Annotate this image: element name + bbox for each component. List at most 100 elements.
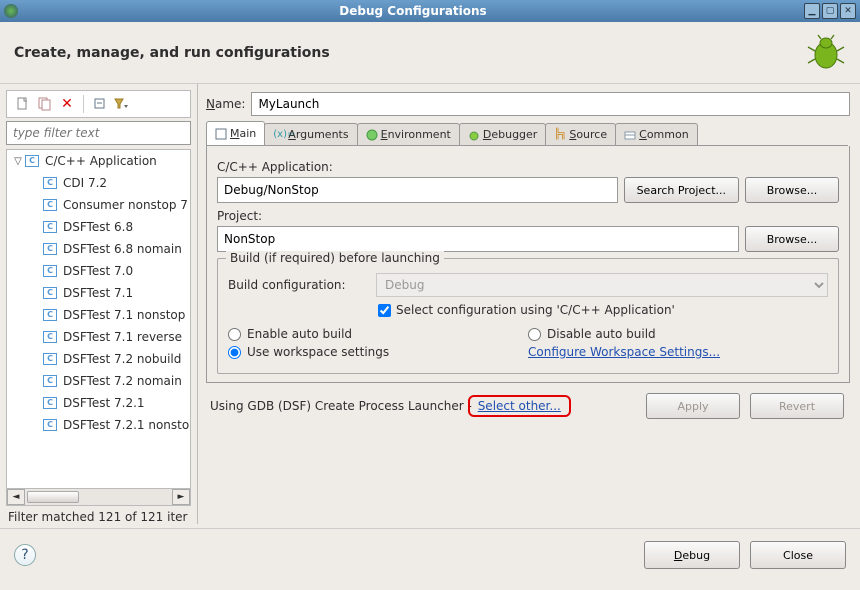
filter-menu-icon[interactable] bbox=[114, 96, 130, 112]
filter-input[interactable] bbox=[6, 121, 191, 145]
tab-source[interactable]: ╠╗Source bbox=[545, 123, 616, 145]
tree-item-label: DSFTest 6.8 bbox=[61, 220, 133, 234]
toolbar-separator bbox=[83, 95, 84, 113]
tree-item[interactable]: CDSFTest 7.2 nomain bbox=[7, 370, 190, 392]
close-window-button[interactable]: ✕ bbox=[840, 3, 856, 19]
c-app-icon: C bbox=[43, 243, 57, 255]
tree-item[interactable]: CDSFTest 7.2 nobuild bbox=[7, 348, 190, 370]
auto-build-row-1: Enable auto build Disable auto build bbox=[228, 327, 828, 341]
project-input[interactable] bbox=[217, 226, 739, 252]
tree-item[interactable]: CDSFTest 7.1 nonstop bbox=[7, 304, 190, 326]
app-label: C/C++ Application: bbox=[217, 160, 839, 174]
select-config-checkbox[interactable] bbox=[378, 304, 391, 317]
browse-project-button[interactable]: Browse... bbox=[745, 226, 839, 252]
main-tab-icon bbox=[215, 128, 227, 140]
left-toolbar: ✕ bbox=[6, 90, 191, 118]
main-content: ✕ ▽ C C/C++ Application C CDI 7.2 C Consume… bbox=[0, 84, 860, 524]
debugger-tab-icon bbox=[468, 129, 480, 141]
eclipse-icon bbox=[4, 4, 18, 18]
app-input[interactable] bbox=[217, 177, 618, 203]
select-config-label: Select configuration using 'C/C++ Applic… bbox=[396, 303, 675, 317]
help-icon[interactable]: ? bbox=[14, 544, 36, 566]
scroll-thumb[interactable] bbox=[27, 491, 79, 503]
tree-item[interactable]: C DSFTest 6.8 bbox=[7, 216, 190, 238]
c-app-icon: C bbox=[43, 199, 57, 211]
source-tab-icon: ╠╗ bbox=[554, 129, 566, 141]
c-app-icon: C bbox=[43, 177, 57, 189]
disable-auto-radio[interactable] bbox=[528, 328, 541, 341]
duplicate-config-icon[interactable] bbox=[37, 96, 53, 112]
maximize-button[interactable]: ▢ bbox=[822, 3, 838, 19]
name-input[interactable] bbox=[251, 92, 850, 116]
dialog-header: Create, manage, and run configurations bbox=[0, 22, 860, 84]
tree-item-label: DSFTest 7.0 bbox=[61, 264, 133, 278]
search-project-button[interactable]: Search Project... bbox=[624, 177, 739, 203]
tree-item[interactable]: C Consumer nonstop 7 bbox=[7, 194, 190, 216]
browse-app-button[interactable]: Browse... bbox=[745, 177, 839, 203]
auto-build-row-2: Use workspace settings Configure Workspa… bbox=[228, 345, 828, 359]
tab-strip: Main (x)=Arguments Environment Debugger … bbox=[206, 122, 848, 146]
tree-item[interactable]: C DSFTest 7.1 bbox=[7, 282, 190, 304]
tree-item-label: CDI 7.2 bbox=[61, 176, 107, 190]
filter-field[interactable] bbox=[6, 121, 191, 145]
close-button[interactable]: Close bbox=[750, 541, 846, 569]
c-app-icon: C bbox=[43, 397, 57, 409]
tree-root[interactable]: ▽ C C/C++ Application bbox=[7, 150, 190, 172]
expander-icon[interactable]: ▽ bbox=[11, 156, 25, 167]
enable-auto-label: Enable auto build bbox=[247, 327, 352, 341]
select-other-link[interactable]: Select other... bbox=[478, 399, 561, 413]
build-groupbox: Build (if required) before launching Bui… bbox=[217, 258, 839, 374]
c-app-icon: C bbox=[43, 221, 57, 233]
select-config-row[interactable]: Select configuration using 'C/C++ Applic… bbox=[228, 303, 828, 317]
tree-item[interactable]: C CDI 7.2 bbox=[7, 172, 190, 194]
build-config-select: Debug bbox=[376, 273, 828, 297]
filter-status: Filter matched 121 of 121 iter bbox=[0, 506, 197, 524]
tree-item[interactable]: CDSFTest 7.0 bbox=[7, 260, 190, 282]
minimize-button[interactable]: ▁ bbox=[804, 3, 820, 19]
configure-workspace-link[interactable]: Configure Workspace Settings... bbox=[528, 345, 720, 359]
app-row: Search Project... Browse... bbox=[217, 177, 839, 203]
c-app-icon: C bbox=[43, 287, 57, 299]
args-tab-icon: (x)= bbox=[273, 129, 285, 141]
c-app-icon: C bbox=[25, 155, 39, 167]
build-config-label: Build configuration: bbox=[228, 278, 362, 292]
enable-auto-radio[interactable] bbox=[228, 328, 241, 341]
use-workspace-radio[interactable] bbox=[228, 346, 241, 359]
titlebar: Debug Configurations ▁ ▢ ✕ bbox=[0, 0, 860, 22]
debug-button[interactable]: Debug bbox=[644, 541, 740, 569]
tree-item[interactable]: CDSFTest 7.2.1 nonsto bbox=[7, 414, 190, 436]
launcher-row: Using GDB (DSF) Create Process Launcher … bbox=[206, 383, 850, 423]
scroll-left-icon[interactable]: ◄ bbox=[7, 489, 25, 505]
scroll-track[interactable] bbox=[25, 490, 172, 504]
config-tree[interactable]: ▽ C C/C++ Application C CDI 7.2 C Consumer … bbox=[6, 149, 191, 489]
c-app-icon: C bbox=[43, 309, 57, 321]
tree-item-label: DSFTest 7.2 nomain bbox=[61, 374, 182, 388]
project-label: Project: bbox=[217, 209, 839, 223]
collapse-all-icon[interactable] bbox=[92, 96, 108, 112]
tree-root-label: C/C++ Application bbox=[43, 154, 157, 168]
apply-button: Apply bbox=[646, 393, 740, 419]
project-row: Browse... bbox=[217, 226, 839, 252]
tab-arguments[interactable]: (x)=Arguments bbox=[264, 123, 357, 145]
tree-item[interactable]: CDSFTest 6.8 nomain bbox=[7, 238, 190, 260]
tree-item[interactable]: C DSFTest 7.2.1 bbox=[7, 392, 190, 414]
tab-environment[interactable]: Environment bbox=[357, 123, 460, 145]
tree-item-label: DSFTest 7.1 bbox=[61, 286, 133, 300]
right-panel: Name: Main (x)=Arguments Environment Deb… bbox=[198, 84, 860, 524]
tab-debugger[interactable]: Debugger bbox=[459, 123, 546, 145]
tab-common[interactable]: Common bbox=[615, 123, 698, 145]
name-label: Name: bbox=[206, 97, 251, 111]
scroll-right-icon[interactable]: ► bbox=[172, 489, 190, 505]
tab-main[interactable]: Main bbox=[206, 121, 265, 145]
launcher-text: Using GDB (DSF) Create Process Launcher … bbox=[210, 399, 571, 413]
tree-item-label: DSFTest 7.2.1 bbox=[61, 396, 145, 410]
new-config-icon[interactable] bbox=[15, 96, 31, 112]
tree-item-label: Consumer nonstop 7 bbox=[61, 198, 188, 212]
tree-item[interactable]: CDSFTest 7.1 reverse bbox=[7, 326, 190, 348]
tree-hscroll[interactable]: ◄ ► bbox=[6, 488, 191, 506]
delete-config-icon[interactable]: ✕ bbox=[59, 96, 75, 112]
tree-item-label: DSFTest 7.2 nobuild bbox=[61, 352, 181, 366]
dialog-footer: ? Debug Close bbox=[0, 528, 860, 581]
bug-icon bbox=[806, 33, 846, 73]
tab-body-main: C/C++ Application: Search Project... Bro… bbox=[206, 146, 850, 383]
